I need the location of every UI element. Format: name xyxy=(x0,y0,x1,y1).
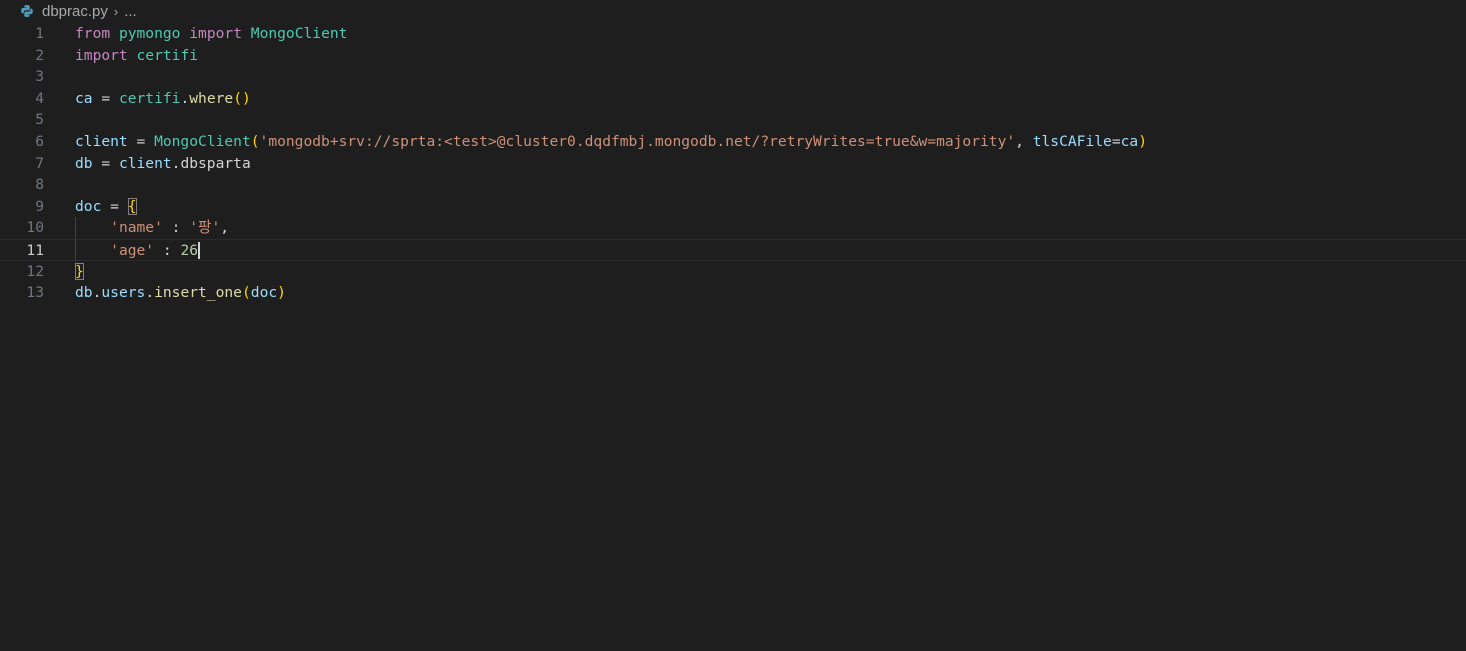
code-token: certifi xyxy=(136,46,199,64)
line-number: 10 xyxy=(26,219,44,237)
indent-guide xyxy=(75,217,76,261)
code-token: ) xyxy=(277,284,286,302)
code-line[interactable]: 2 import certifi xyxy=(0,45,1466,67)
code-token: from xyxy=(75,25,111,42)
code-token: } xyxy=(75,262,84,280)
code-text: 'name' : '팡', xyxy=(75,217,229,239)
code-token: : xyxy=(162,219,190,237)
code-line[interactable]: 7 db = client.dbsparta xyxy=(0,153,1466,175)
code-text: ca = certifi.where() xyxy=(75,88,251,110)
code-token: tlsCAFile xyxy=(1032,133,1112,150)
code-token: doc xyxy=(75,197,102,215)
code-line[interactable]: 4 ca = certifi.where() xyxy=(0,88,1466,110)
code-line[interactable]: 13 db.users.insert_one(doc) xyxy=(0,282,1466,304)
chevron-right-icon: › xyxy=(113,3,119,19)
code-text: from pymongo import MongoClient xyxy=(75,23,347,45)
code-token: ca xyxy=(75,89,93,107)
code-token: , xyxy=(220,219,230,237)
code-token: ) xyxy=(1138,133,1147,150)
code-text: import certifi xyxy=(75,45,198,67)
code-token: = xyxy=(127,133,155,150)
code-line[interactable]: 3 xyxy=(0,66,1466,88)
code-token: { xyxy=(127,197,137,215)
code-token: . xyxy=(180,89,190,107)
code-token: '팡' xyxy=(189,219,221,237)
line-number: 3 xyxy=(35,68,44,86)
code-token: doc xyxy=(250,284,278,302)
code-token: 'age' xyxy=(110,242,155,259)
code-token: import xyxy=(75,46,128,64)
line-number: 9 xyxy=(35,197,44,215)
line-number: 1 xyxy=(35,25,44,42)
code-token: 'name' xyxy=(110,219,163,237)
code-token: = xyxy=(92,154,119,172)
breadcrumb-file-name[interactable]: dbprac.py xyxy=(42,3,108,20)
code-line[interactable]: 9 doc = { xyxy=(0,196,1466,218)
code-token: db xyxy=(75,154,93,172)
code-token: client xyxy=(118,154,172,172)
breadcrumb: dbprac.py › ... xyxy=(0,0,1466,22)
code-line[interactable]: 6 client = MongoClient('mongodb+srv://spr… xyxy=(0,131,1466,153)
line-number: 6 xyxy=(35,133,44,150)
code-token: users xyxy=(101,284,146,302)
code-token: 26 xyxy=(180,242,199,259)
line-number: 4 xyxy=(35,89,44,107)
code-line[interactable]: 12} xyxy=(0,261,1466,283)
code-token: where xyxy=(189,89,234,107)
code-token: pymongo xyxy=(118,25,181,42)
line-number: 13 xyxy=(26,284,44,302)
code-text: doc = { xyxy=(75,196,137,218)
code-line[interactable]: 1 from pymongo import MongoClient xyxy=(0,23,1466,45)
code-text: db.users.insert_one(doc) xyxy=(75,282,286,304)
line-number: 8 xyxy=(35,176,44,194)
code-token: = xyxy=(1111,133,1121,150)
line-number: 2 xyxy=(35,46,44,64)
text-cursor xyxy=(198,241,200,259)
code-token: () xyxy=(233,89,251,107)
code-token: import xyxy=(189,25,242,42)
python-icon xyxy=(20,4,34,18)
code-text: } xyxy=(75,261,84,283)
code-token: .dbsparta xyxy=(171,154,251,172)
code-token: = xyxy=(92,89,119,107)
code-text: client = MongoClient('mongodb+srv://sprt… xyxy=(75,131,1147,153)
line-number: 11 xyxy=(26,242,44,259)
code-line[interactable]: 5 xyxy=(0,109,1466,131)
code-token: 'mongodb+srv://sprta:<test>@cluster0.dqd… xyxy=(259,133,1016,150)
code-line[interactable]: 8 xyxy=(0,174,1466,196)
code-token: MongoClient xyxy=(154,133,251,150)
code-token: ( xyxy=(241,284,251,302)
code-text: 'age' : 26 xyxy=(75,240,200,262)
code-token: ( xyxy=(250,133,260,150)
code-text: db = client.dbsparta xyxy=(75,153,251,175)
code-token: insert_one xyxy=(154,284,242,302)
code-line[interactable]: 11 'age' : 26 xyxy=(0,239,1466,261)
line-number: 12 xyxy=(26,262,44,280)
code-token: db xyxy=(75,284,93,302)
line-number: 7 xyxy=(35,154,44,172)
breadcrumb-more[interactable]: ... xyxy=(124,3,137,20)
code-token: = xyxy=(101,197,128,215)
code-token: : xyxy=(154,242,181,259)
code-editor[interactable]: 1 from pymongo import MongoClient 2 import … xyxy=(0,23,1466,651)
code-token: client xyxy=(75,133,128,150)
code-token: certifi xyxy=(118,89,181,107)
code-token: ca xyxy=(1120,133,1139,150)
code-token: MongoClient xyxy=(250,25,348,42)
code-token: . xyxy=(145,284,155,302)
code-token: , xyxy=(1015,133,1033,150)
code-line[interactable]: 10 'name' : '팡', xyxy=(0,217,1466,239)
line-number: 5 xyxy=(35,111,44,129)
